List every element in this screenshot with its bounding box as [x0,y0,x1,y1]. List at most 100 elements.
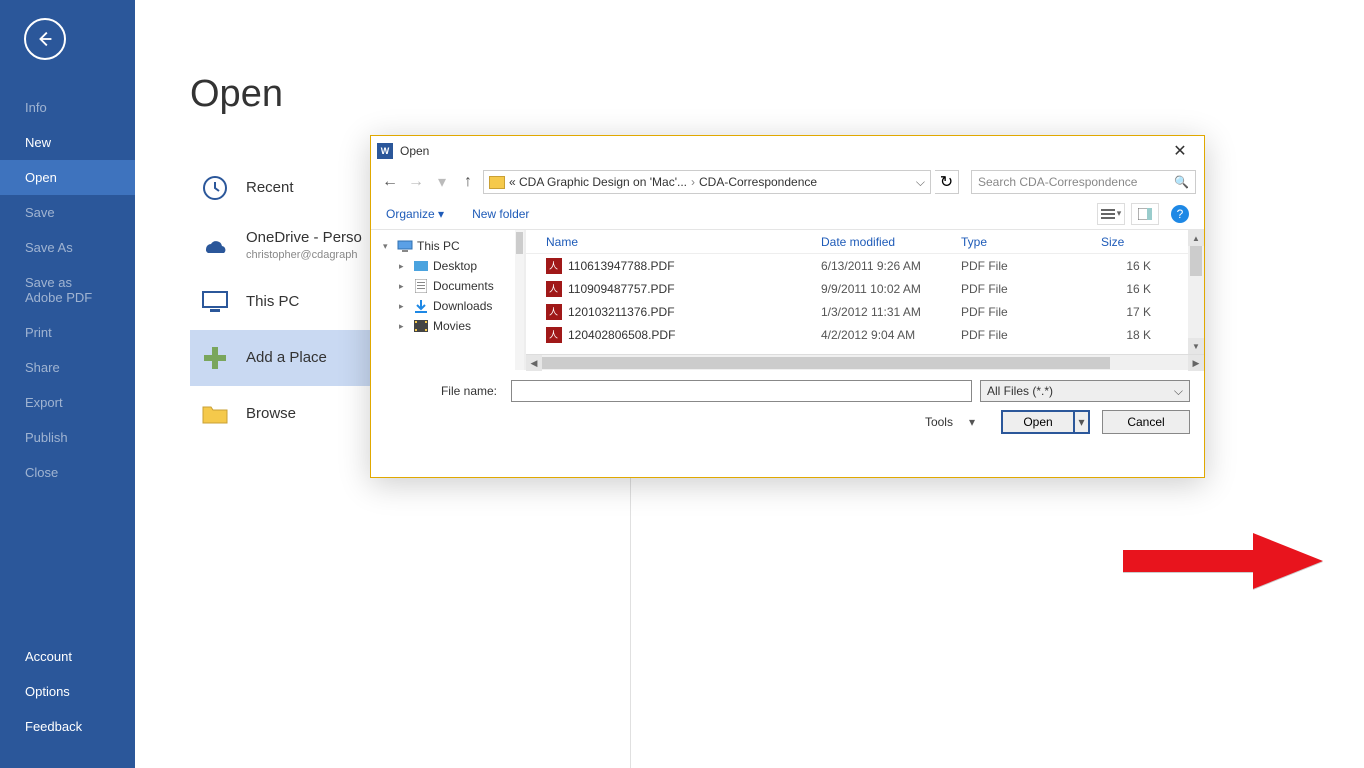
address-bar[interactable]: « CDA Graphic Design on 'Mac'... › CDA-C… [483,170,931,194]
file-size: 17 K [1101,305,1151,319]
organize-button[interactable]: Organize ▾ [386,207,444,221]
tree-label: This PC [417,239,460,253]
expander-icon[interactable]: ▾ [383,241,393,252]
search-input[interactable]: Search CDA-Correspondence 🔍 [971,170,1196,194]
filename-row: File name: All Files (*.*) ⌵ [371,370,1204,406]
file-row[interactable]: 120103211376.PDF1/3/2012 11:31 AMPDF Fil… [526,300,1204,323]
dialog-titlebar: W Open ✕ [371,136,1204,166]
folder-tree: ▾ This PC ▸Desktop▸Documents▸Downloads▸Mov… [371,230,526,370]
open-split-button: Open ▾ [1001,410,1090,434]
chevron-down-icon: ⌵ [1174,384,1183,399]
place-label: Recent [246,179,294,196]
file-type: PDF File [961,259,1101,273]
sidebar-item-export[interactable]: Export [0,385,135,420]
file-type: PDF File [961,305,1101,319]
col-type[interactable]: Type [961,235,1101,249]
sidebar-item-publish[interactable]: Publish [0,420,135,455]
down-icon [413,299,429,313]
addplace-icon [200,343,230,373]
open-button[interactable]: Open [1001,410,1073,434]
backstage-sidebar: InfoNewOpenSaveSave AsSave as Adobe PDFP… [0,0,135,768]
file-size: 16 K [1101,259,1151,273]
chevron-down-icon[interactable]: ⌵ [916,175,925,190]
file-name: 120402806508.PDF [568,328,675,342]
tree-node-documents[interactable]: ▸Documents [375,276,524,296]
sidebar-item-options[interactable]: Options [0,674,135,709]
col-size[interactable]: Size [1101,235,1151,249]
col-date[interactable]: Date modified [821,235,961,249]
tools-button[interactable]: Tools [925,415,953,429]
tree-node-downloads[interactable]: ▸Downloads [375,296,524,316]
file-row[interactable]: 120402806508.PDF4/2/2012 9:04 AMPDF File… [526,323,1204,346]
sidebar-item-print[interactable]: Print [0,315,135,350]
place-label: OneDrive - Perso [246,229,362,246]
nav-up-button[interactable]: ↑ [457,171,479,193]
breadcrumb-segment[interactable]: CDA-Correspondence [699,175,817,189]
col-name[interactable]: Name [546,235,821,249]
column-headers: Name Date modified Type Size [526,230,1204,254]
list-view-icon [1101,208,1115,220]
tree-node-this-pc[interactable]: ▾ This PC [375,236,524,256]
back-button[interactable] [24,18,66,60]
sidebar-item-save-as[interactable]: Save As [0,230,135,265]
file-name: 120103211376.PDF [568,305,675,319]
breadcrumb-segment[interactable]: « CDA Graphic Design on 'Mac'... [509,175,687,189]
sidebar-item-save[interactable]: Save [0,195,135,230]
sidebar-item-new[interactable]: New [0,125,135,160]
help-button[interactable]: ? [1171,205,1189,223]
file-row[interactable]: 110613947788.PDF 6/13/2011 9:26 AMPDF Fil… [526,254,1204,277]
nav-history-button[interactable]: ▾ [431,171,453,193]
sidebar-item-share[interactable]: Share [0,350,135,385]
place-label: This PC [246,293,299,310]
file-type-filter[interactable]: All Files (*.*) ⌵ [980,380,1190,402]
desktop-icon [413,259,429,273]
search-placeholder: Search CDA-Correspondence [978,175,1137,189]
expander-icon[interactable]: ▸ [399,281,409,292]
pdf-icon [546,258,562,274]
browse-icon [200,399,230,429]
dialog-close-button[interactable]: ✕ [1162,140,1198,162]
sidebar-item-feedback[interactable]: Feedback [0,709,135,744]
file-date: 6/13/2011 9:26 AM [821,259,961,273]
sidebar-item-save-as-adobe-pdf[interactable]: Save as Adobe PDF [0,265,135,315]
tree-node-movies[interactable]: ▸Movies [375,316,524,336]
place-sublabel: christopher@cdagraph [246,249,362,261]
dialog-toolbar: Organize ▾ New folder ▾ ? [371,198,1204,230]
file-row[interactable]: 110909487757.PDF9/9/2011 10:02 AMPDF Fil… [526,277,1204,300]
new-folder-button[interactable]: New folder [472,207,529,221]
file-name: 110909487757.PDF [568,282,675,296]
file-size: 18 K [1101,328,1151,342]
expander-icon[interactable]: ▸ [399,301,409,312]
view-list-button[interactable]: ▾ [1097,203,1125,225]
chevron-down-icon[interactable]: ▾ [969,415,975,429]
preview-pane-button[interactable] [1131,203,1159,225]
horizontal-scrollbar[interactable]: ◀▶ [526,354,1204,370]
back-arrow-icon [34,28,56,50]
place-label: Add a Place [246,349,327,366]
tree-scrollbar[interactable] [515,230,524,370]
tree-node-desktop[interactable]: ▸Desktop [375,256,524,276]
sidebar-item-close[interactable]: Close [0,455,135,490]
sidebar-item-open[interactable]: Open [0,160,135,195]
file-size: 16 K [1101,282,1151,296]
file-open-dialog: W Open ✕ ← → ▾ ↑ « CDA Graphic Design on… [370,135,1205,478]
sidebar-item-account[interactable]: Account [0,639,135,674]
search-icon: 🔍 [1174,175,1189,189]
expander-icon[interactable]: ▸ [399,321,409,332]
refresh-button[interactable]: ↻ [935,170,959,194]
preview-pane-icon [1138,208,1152,220]
expander-icon[interactable]: ▸ [399,261,409,272]
dialog-buttons: Tools ▾ Open ▾ Cancel [371,406,1204,446]
vertical-scrollbar[interactable]: ▲▼ [1188,230,1204,354]
cancel-button[interactable]: Cancel [1102,410,1190,434]
pdf-icon [546,327,562,343]
open-dropdown-button[interactable]: ▾ [1073,410,1090,434]
sidebar-item-info[interactable]: Info [0,90,135,125]
page-title: Open [190,73,283,116]
filename-input[interactable] [511,380,972,402]
folder-icon [489,176,505,189]
filename-label: File name: [383,384,503,398]
file-name: 110613947788.PDF [568,259,675,273]
nav-back-button[interactable]: ← [379,171,401,193]
nav-forward-button[interactable]: → [405,171,427,193]
